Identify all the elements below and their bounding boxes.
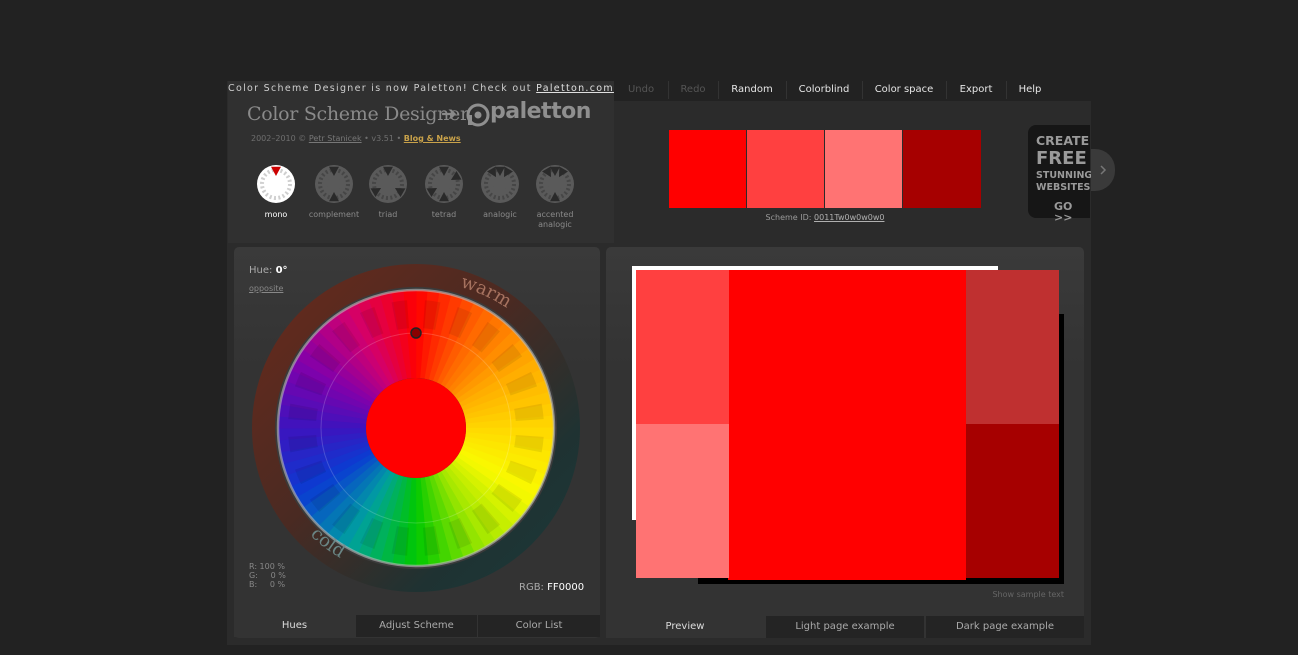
- scheme-mono[interactable]: mono: [244, 164, 308, 220]
- scheme-id-label: Scheme ID:: [765, 213, 812, 222]
- scheme-icon: [481, 165, 519, 203]
- scheme-label: mono: [244, 210, 308, 220]
- announcement-text: Color Scheme Designer is now Paletton! C…: [228, 83, 537, 94]
- rgb-percentages: R: 100 % G: 0 % B: 0 %: [249, 562, 286, 589]
- scheme-triad[interactable]: triad: [356, 164, 420, 220]
- rgb-value[interactable]: FF0000: [547, 582, 584, 593]
- tab-color-list[interactable]: Color List: [478, 615, 600, 637]
- scheme-icon: [257, 165, 295, 203]
- random-button[interactable]: Random: [718, 81, 786, 99]
- announcement: Color Scheme Designer is now Paletton! C…: [228, 83, 614, 94]
- scheme-label-line: triad: [378, 210, 398, 219]
- copyright-prefix: 2002–2010 ©: [251, 134, 307, 143]
- arrow-icon: ➔: [441, 103, 457, 125]
- scheme-id-link[interactable]: 0011Tw0w0w0w0: [814, 213, 884, 222]
- preview-light-2: [636, 424, 729, 578]
- scheme-icon-wrap: [424, 164, 464, 204]
- scheme-icon-wrap: [314, 164, 354, 204]
- tab-hues[interactable]: Hues: [234, 615, 355, 637]
- opposite-link[interactable]: opposite: [249, 284, 283, 293]
- scheme-label-line: analogic: [483, 210, 517, 219]
- scheme-icon: [425, 165, 463, 203]
- logo-text: Color Scheme Designer: [247, 103, 469, 125]
- scheme-accented-analogic[interactable]: accented analogic: [523, 164, 587, 230]
- help-button[interactable]: Help: [1006, 81, 1054, 99]
- tab-adjust-scheme[interactable]: Adjust Scheme: [356, 615, 477, 637]
- scheme-icon: [536, 165, 574, 203]
- hue-handle[interactable]: [410, 327, 422, 339]
- palette-swatches: [669, 130, 981, 208]
- paletton-logo-icon: [466, 103, 490, 127]
- copyright: 2002–2010 © Petr Stanicek • v3.51 • Blog…: [251, 134, 461, 143]
- preview-dark-2: [966, 424, 1059, 578]
- tab-dark-page-example[interactable]: Dark page example: [926, 616, 1084, 638]
- undo-button[interactable]: Undo: [614, 81, 668, 99]
- scheme-icon-wrap: [535, 164, 575, 204]
- tab-light-page-example[interactable]: Light page example: [766, 616, 924, 638]
- hue-readout: Hue: 0°: [249, 265, 288, 276]
- swatch-dark[interactable]: [903, 130, 981, 208]
- chevron-right-icon: [1100, 165, 1107, 175]
- green-percent: G: 0 %: [249, 571, 286, 580]
- red-percent: R: 100 %: [249, 562, 285, 571]
- scheme-label: tetrad: [412, 210, 476, 220]
- blog-link[interactable]: Blog & News: [404, 134, 461, 143]
- colorblind-button[interactable]: Colorblind: [786, 81, 862, 99]
- colorspace-button[interactable]: Color space: [862, 81, 946, 99]
- preview-dark-1: [966, 270, 1059, 425]
- blue-percent: B: 0 %: [249, 580, 286, 589]
- swatch-light-1[interactable]: [747, 130, 824, 208]
- preview-canvas: [632, 266, 1064, 584]
- scheme-icon: [369, 165, 407, 203]
- scheme-tetrad[interactable]: tetrad: [412, 164, 476, 220]
- scheme-icon: [315, 165, 353, 203]
- scheme-label-line: analogic: [538, 220, 572, 229]
- ad-toggle[interactable]: [1091, 149, 1115, 191]
- scheme-label-line: tetrad: [431, 210, 457, 219]
- scheme-icon-wrap: [480, 164, 520, 204]
- hue-label: Hue:: [249, 265, 273, 276]
- color-wheel[interactable]: warm cold: [250, 263, 582, 593]
- scheme-icon-wrap: [256, 164, 296, 204]
- ad-line-4: WEBSITES: [1036, 182, 1091, 193]
- export-button[interactable]: Export: [946, 81, 1006, 99]
- scheme-label-line: mono: [264, 210, 288, 219]
- ad-line-3: STUNNING: [1036, 170, 1093, 181]
- paletton-link[interactable]: Paletton.com: [536, 83, 614, 94]
- scheme-icon-wrap: [368, 164, 408, 204]
- ad-line-2: FREE: [1036, 148, 1087, 169]
- scheme-id: Scheme ID: 0011Tw0w0w0w0: [669, 213, 981, 222]
- version-text: • v3.51 •: [364, 134, 402, 143]
- scheme-label-line: complement: [308, 210, 360, 219]
- hue-value: 0°: [275, 265, 288, 276]
- swatch-primary[interactable]: [669, 130, 746, 208]
- swatch-light-2[interactable]: [825, 130, 902, 208]
- selected-color-preview: [366, 378, 466, 478]
- ad-banner[interactable]: CREATE FREE STUNNING WEBSITES GO >>: [1028, 125, 1093, 223]
- ad-line-1: CREATE: [1036, 133, 1090, 148]
- logo-brand: paletton: [490, 99, 591, 124]
- scheme-label: accented analogic: [523, 210, 587, 230]
- ad-cta[interactable]: GO >>: [1054, 201, 1090, 223]
- preview-light-1: [636, 270, 729, 425]
- preview-primary: [728, 270, 966, 580]
- scheme-label-line: accented: [536, 210, 574, 219]
- tab-preview[interactable]: Preview: [606, 616, 764, 638]
- scheme-label: triad: [356, 210, 420, 220]
- show-sample-text-link[interactable]: Show sample text: [930, 590, 1064, 599]
- redo-button[interactable]: Redo: [668, 81, 718, 99]
- rgb-readout: RGB: FF0000: [519, 582, 584, 593]
- rgb-label: RGB:: [519, 582, 544, 593]
- author-link[interactable]: Petr Stanicek: [309, 134, 362, 143]
